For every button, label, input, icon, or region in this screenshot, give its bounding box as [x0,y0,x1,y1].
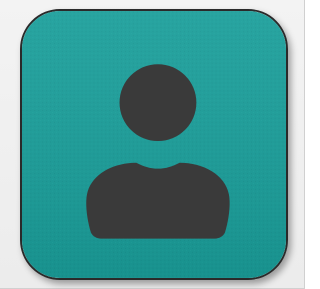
user-avatar-button[interactable] [20,9,288,280]
avatar-head [119,64,197,142]
user-avatar-icon [22,11,286,278]
avatar-shoulders [86,162,230,239]
canvas [0,0,305,289]
